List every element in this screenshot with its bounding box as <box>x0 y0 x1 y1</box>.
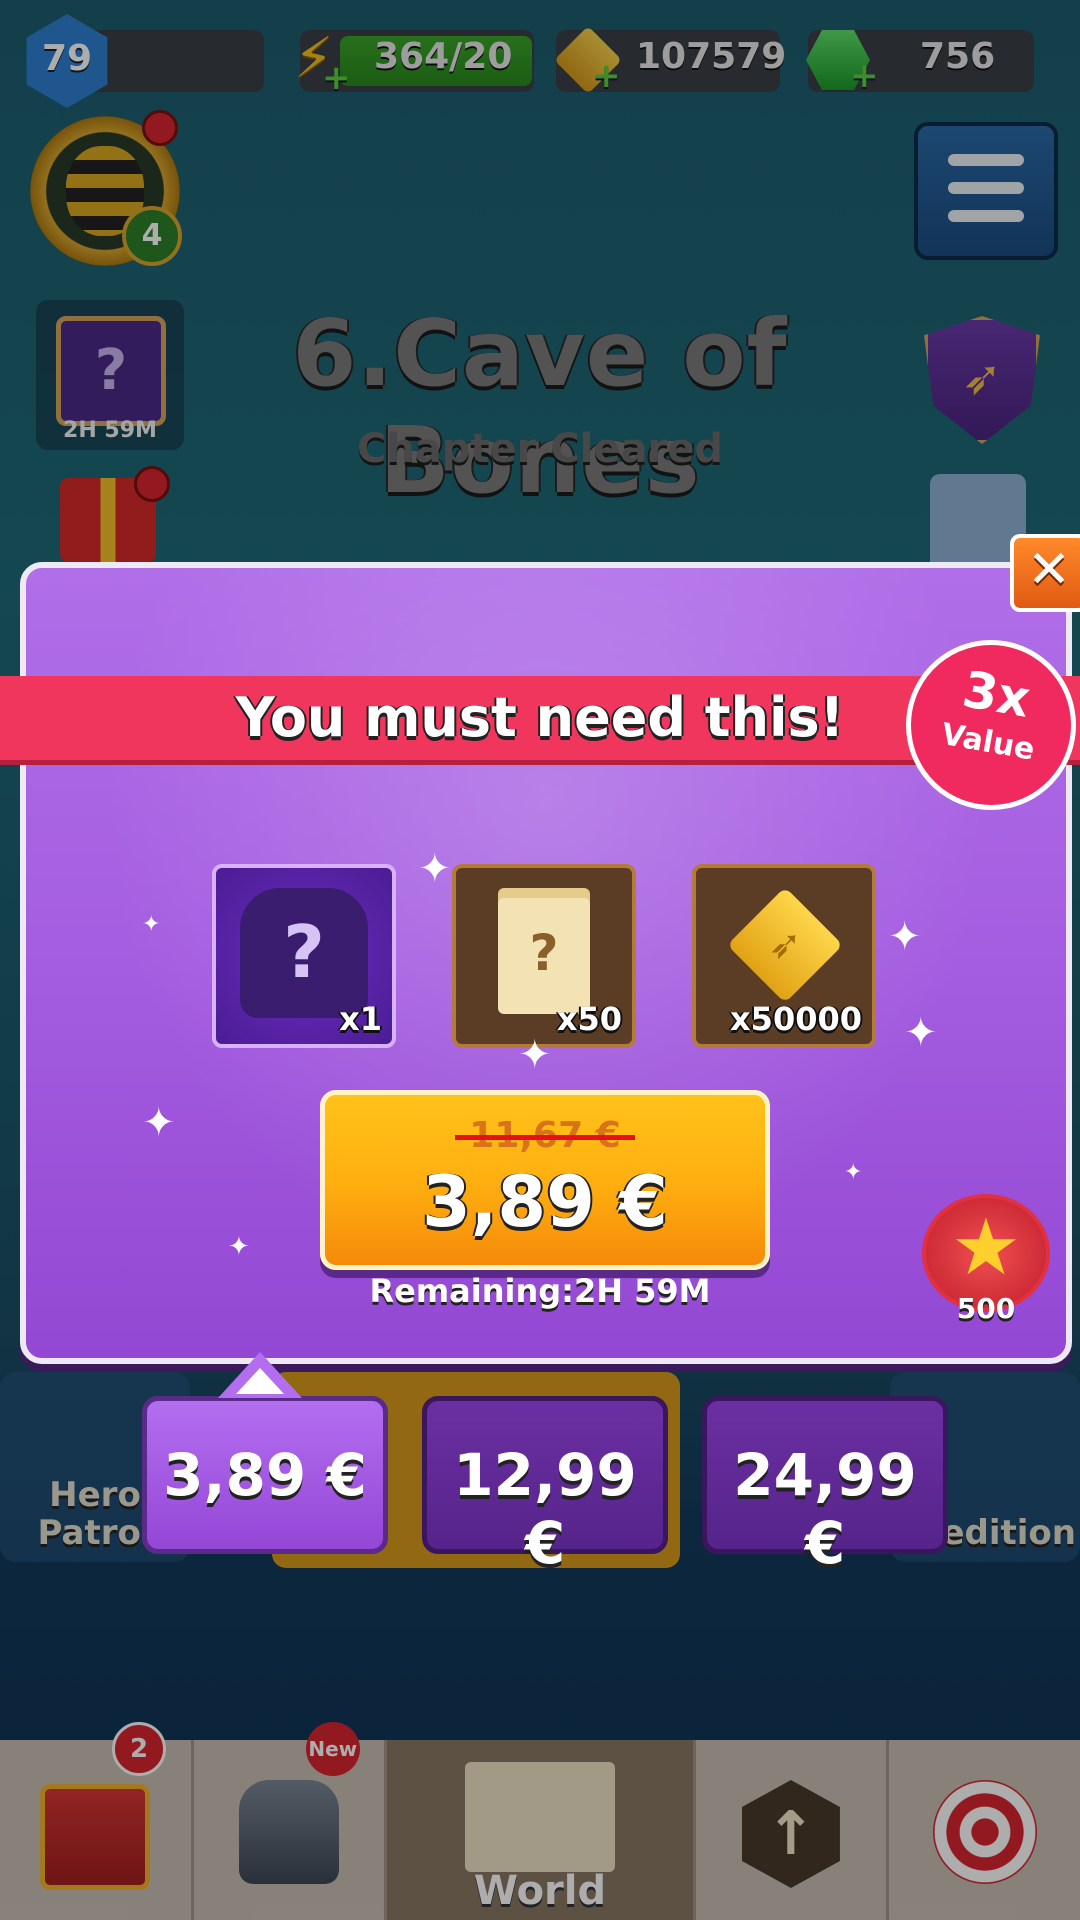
energy-counter[interactable]: ⚡ + 364/20 <box>294 26 534 98</box>
map-icon <box>465 1762 615 1872</box>
sparkle-icon: ✦ <box>142 1100 176 1146</box>
price-strikethrough <box>455 1135 635 1140</box>
nav-world[interactable]: World <box>387 1740 696 1920</box>
nav-chest[interactable]: 2 <box>0 1722 194 1920</box>
player-level: 79 <box>41 38 93 79</box>
offer-timer: Remaining:2H 59M <box>369 1272 711 1310</box>
sparkle-icon: ✦ <box>904 1010 938 1056</box>
gems-counter[interactable]: + 756 <box>806 30 1034 96</box>
gems-value: 756 <box>920 36 996 77</box>
reward-qty: x50 <box>556 1000 622 1038</box>
nav-equipment[interactable]: New <box>194 1722 388 1920</box>
reward-slot-armor[interactable]: ? x1 <box>212 864 396 1048</box>
xp-bar <box>80 30 264 92</box>
arrows-plus-icon[interactable]: + <box>592 56 621 96</box>
chest-badge: 2 <box>112 1722 166 1776</box>
sparkle-icon: ✦ <box>844 1160 863 1185</box>
sparkle-icon: ✦ <box>518 1032 552 1078</box>
bow-shield-icon[interactable]: ➶ <box>924 316 1040 444</box>
avatar-level: 4 <box>122 206 182 266</box>
arrows-value: 107579 <box>636 36 787 77</box>
chapter-title: 6.Cave of Bones <box>292 300 788 514</box>
nav-upgrade[interactable]: ↑ <box>696 1740 890 1920</box>
sale-price: 3,89 € <box>422 1161 668 1243</box>
top-bar: 79 ⚡ + 364/20 + 107579 + 756 <box>0 0 1080 110</box>
world-label: World <box>473 1868 607 1914</box>
notification-dot <box>142 110 178 146</box>
close-button[interactable]: ✕ <box>1010 534 1080 612</box>
energy-plus-icon[interactable]: + <box>322 58 351 98</box>
upgrade-arrow-icon: ↑ <box>741 1780 840 1888</box>
price-tab-label: 12,99 € <box>453 1441 637 1577</box>
chapter-status: Chapter Cleared <box>356 426 724 472</box>
target-icon <box>932 1780 1037 1884</box>
sparkle-icon: ✦ <box>142 912 161 937</box>
nav-target[interactable] <box>889 1740 1080 1920</box>
sparkle-icon: ✦ <box>418 846 452 892</box>
price-tab-3[interactable]: 24,99 € <box>702 1396 948 1577</box>
bow-token-icon: ➶ <box>727 887 843 1003</box>
new-badge: New <box>305 1722 360 1776</box>
price-tab-label: 3,89 € <box>163 1441 367 1509</box>
bonus-star-badge: ★ 500 <box>922 1194 1050 1325</box>
bottom-nav: 2 New World ↑ <box>0 1722 1080 1920</box>
star-icon: ★ <box>951 1203 1021 1293</box>
avatar[interactable]: 4 <box>30 110 182 266</box>
buy-button[interactable]: 11,67 € 3,89 € <box>320 1090 770 1270</box>
reward-qty: x50000 <box>730 1000 862 1038</box>
menu-button[interactable] <box>914 122 1058 260</box>
sparkle-icon: ✦ <box>888 914 922 960</box>
chest-icon <box>40 1784 151 1890</box>
price-tab-1[interactable]: 3,89 € <box>142 1396 388 1554</box>
mystery-scroll-icon: ? <box>498 898 590 1014</box>
reward-slot-bow-token[interactable]: ➶ x50000 <box>692 864 876 1048</box>
sparkle-icon: ✦ <box>228 1232 250 1262</box>
armor-icon <box>239 1780 340 1884</box>
reward-qty: x1 <box>339 1000 382 1038</box>
bonus-count: 500 <box>956 1292 1016 1325</box>
energy-value: 364/20 <box>374 36 513 77</box>
arrows-counter[interactable]: + 107579 <box>554 26 786 96</box>
player-level-badge[interactable]: 79 <box>26 14 108 108</box>
price-tab-label: 24,99 € <box>733 1441 917 1577</box>
reward-slot-scroll[interactable]: ? x50 <box>452 864 636 1048</box>
price-tab-2[interactable]: 12,99 € <box>422 1396 668 1577</box>
mystery-armor-icon: ? <box>240 888 368 1018</box>
gems-plus-icon[interactable]: + <box>850 56 879 96</box>
